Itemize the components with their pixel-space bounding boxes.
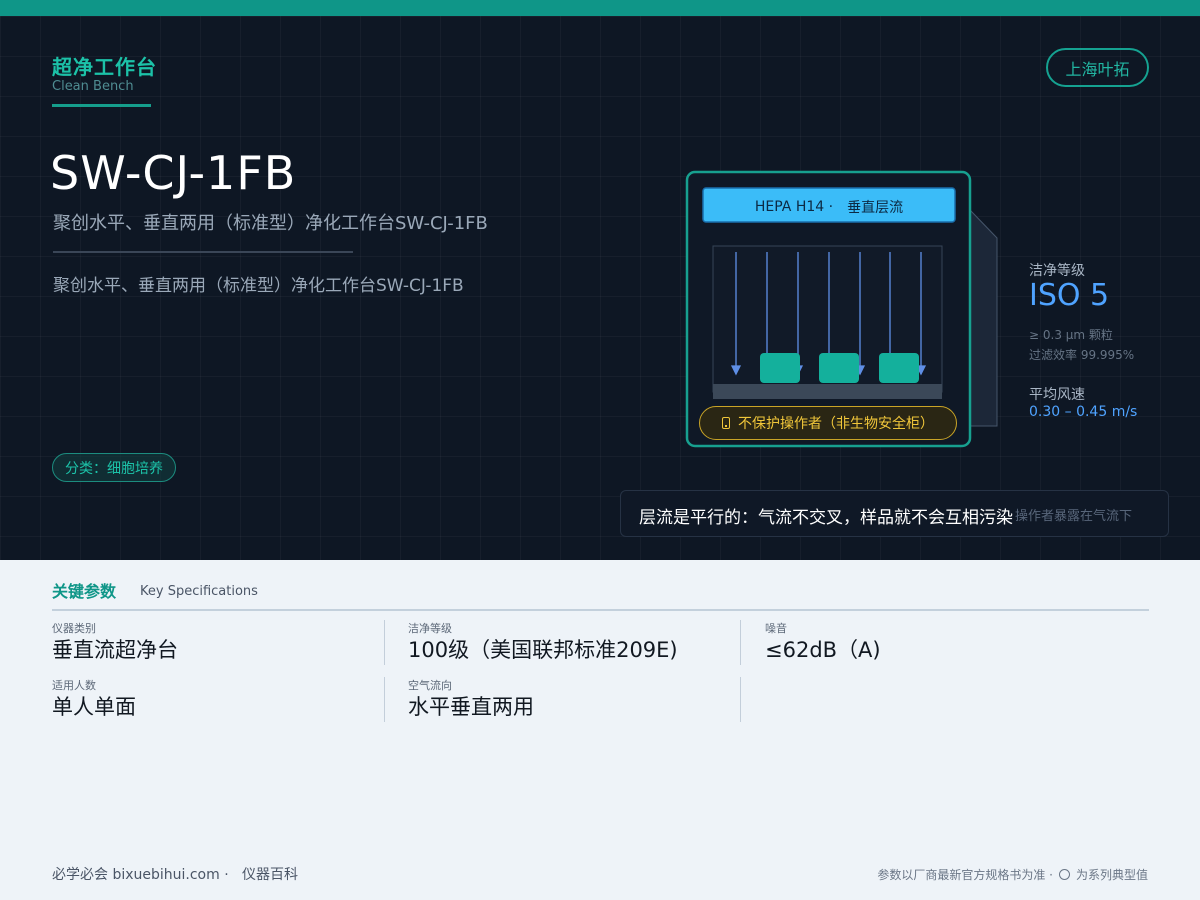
spec-separator — [384, 677, 385, 722]
circle-icon — [1058, 869, 1070, 880]
airflow-type-text: 垂直层流 — [847, 200, 904, 216]
cabinet-side-panel — [969, 208, 998, 427]
footer-left: 必学必会 bixuebihui.com · 仪器百科 — [52, 864, 298, 884]
spec-value: 100级（美国联邦标准209E) — [408, 638, 678, 662]
sample-block-3 — [879, 353, 919, 383]
hepa-filter-text: HEPA H14 · — [754, 199, 834, 215]
title-divider — [53, 251, 353, 253]
disclaimer-text: 参数以厂商最新官方规格书为准 · — [877, 868, 1053, 882]
particle-size: ≥ 0.3 μm 颗粒 — [1029, 328, 1113, 342]
hepa-filter-label: HEPA H14 · 垂直层流 — [703, 190, 955, 224]
typical-value-text: 为系列典型值 — [1075, 868, 1148, 882]
product-model: SW-CJ-1FB — [50, 146, 297, 200]
category-subtitle: Clean Bench — [52, 79, 134, 94]
iso-class-value: ISO 5 — [1029, 278, 1110, 313]
spec-separator — [384, 620, 385, 665]
hero-section: 超净工作台 Clean Bench 上海叶拓 SW-CJ-1FB 聚创水平、垂直… — [0, 16, 1200, 560]
section-link[interactable]: 仪器百科 — [242, 867, 298, 883]
sample-block-1 — [760, 353, 800, 383]
airspeed-label: 平均风速 — [1029, 387, 1085, 403]
brand-badge[interactable]: 上海叶拓 — [1046, 48, 1149, 87]
work-surface — [713, 384, 942, 399]
specs-title: 关键参数 — [52, 582, 117, 601]
site-link[interactable]: 必学必会 bixuebihui.com · — [52, 867, 229, 883]
cleanliness-label: 洁净等级 — [1029, 263, 1085, 279]
spec-value: 垂直流超净台 — [52, 638, 178, 662]
airspeed-value: 0.30 – 0.45 m/s — [1029, 404, 1138, 420]
spec-separator — [740, 620, 741, 665]
spec-value: 水平垂直两用 — [408, 695, 534, 719]
specs-title-en: Key Specifications — [140, 584, 258, 599]
sample-block-2 — [819, 353, 859, 383]
footer-right: 参数以厂商最新官方规格书为准 · 为系列典型值 — [877, 866, 1148, 883]
laminar-flow-note: 操作者暴露在气流下 层流是平行的：气流不交叉，样品就不会互相污染 — [620, 490, 1169, 537]
specs-divider — [52, 609, 1149, 611]
filter-efficiency: 过滤效率 99.995% — [1029, 348, 1135, 362]
product-subtitle: 聚创水平、垂直两用（标准型）净化工作台SW-CJ-1FB — [53, 213, 488, 234]
spec-value: 单人单面 — [52, 695, 136, 719]
note-primary: 层流是平行的：气流不交叉，样品就不会互相污染 — [639, 508, 1013, 528]
operator-warning: 不保护操作者（非生物安全柜） — [699, 406, 957, 440]
top-accent-bar — [0, 0, 1200, 16]
spec-value: ≤62dB（A) — [765, 638, 881, 662]
category-underline — [52, 104, 151, 107]
phone-icon — [722, 417, 730, 429]
category-title: 超净工作台 — [52, 55, 157, 79]
spec-separator — [740, 677, 741, 722]
product-description: 聚创水平、垂直两用（标准型）净化工作台SW-CJ-1FB — [53, 276, 464, 296]
category-tag[interactable]: 分类：细胞培养 — [52, 453, 176, 482]
warning-text: 不保护操作者（非生物安全柜） — [738, 416, 934, 432]
note-secondary: 操作者暴露在气流下 — [1015, 509, 1133, 524]
